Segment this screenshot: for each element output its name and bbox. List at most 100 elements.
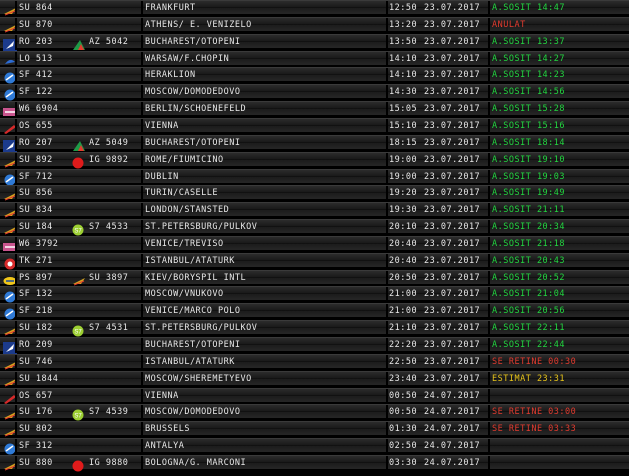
destination: MOSCOW/DOMODEDOVO (145, 87, 241, 98)
flight-row: SU 864 FRANKFURT 12:50 23.07.2017 A.SOSIT 14… (0, 0, 629, 16)
scheduled-time: 13:50 (389, 36, 418, 47)
status-text: A.SOSIT 22:44 (492, 340, 566, 350)
codeshare-red-dot-icon (72, 457, 84, 472)
column-divider (141, 85, 143, 101)
status-text: A.SOSIT 14:56 (492, 87, 566, 98)
flight-row: SU 880 IG 9880 BOLOGNA/G. MARCONI 03:30 24.0… (0, 454, 629, 472)
flight-code: SU 182 (19, 323, 53, 334)
destination: MOSCOW/DOMODEDOVO (145, 407, 241, 418)
scheduled-time: 19:30 (389, 205, 418, 216)
flight-code: SU 892 (19, 154, 53, 165)
column-divider (488, 236, 490, 252)
column-divider (386, 371, 388, 387)
column-divider (141, 405, 143, 421)
scheduled-time: 21:10 (389, 323, 418, 334)
column-divider (15, 354, 17, 370)
flight-code: W6 3792 (19, 238, 59, 249)
column-divider (386, 405, 388, 421)
column-divider (15, 34, 17, 50)
destination: BRUSSELS (145, 424, 190, 435)
flight-row: W6 3792 VENICE/TREVISO 20:40 23.07.2017 A.SO… (0, 235, 629, 252)
codeshare-aeroflot-icon (72, 272, 85, 286)
column-divider (386, 304, 388, 320)
column-divider (386, 203, 388, 219)
scheduled-date: 24.07.2017 (424, 457, 481, 468)
status-text: A.SOSIT 19:10 (492, 154, 566, 165)
scheduled-date: 23.07.2017 (424, 238, 481, 249)
flight-row: SU 834 LONDON/STANSTED 19:30 23.07.2017 A.SO… (0, 202, 629, 219)
column-divider (488, 51, 490, 67)
destination: KIEV/BORYSPIL INTL (145, 272, 247, 283)
scheduled-time: 19:00 (389, 154, 418, 165)
column-divider (15, 253, 17, 269)
flight-code: SU 1844 (19, 373, 59, 384)
codeshare-code: IG 9880 (89, 457, 129, 468)
codeshare-code (89, 203, 141, 217)
column-divider (15, 439, 17, 455)
flight-row: SF 122 MOSCOW/DOMODEDOVO 14:30 23.07.2017 A.… (0, 84, 629, 101)
codeshare-code (89, 439, 141, 453)
destination: BUCHAREST/OTOPENI (145, 340, 241, 350)
status-text (492, 439, 627, 453)
scheduled-date: 23.07.2017 (424, 104, 481, 115)
flight-code: SF 132 (19, 289, 53, 300)
column-divider (386, 236, 388, 252)
destination: ST.PETERSBURG/PULKOV (145, 222, 258, 233)
column-divider (386, 287, 388, 303)
scheduled-time: 20:40 (389, 238, 418, 249)
destination: BUCHAREST/OTOPENI (145, 137, 241, 148)
flight-code: SU 870 (19, 19, 53, 30)
scheduled-time: 23:40 (389, 373, 418, 384)
column-divider (15, 405, 17, 421)
column-divider (386, 169, 388, 185)
scheduled-date: 23.07.2017 (424, 3, 481, 13)
scheduled-date: 23.07.2017 (424, 171, 481, 182)
flight-row: SU 856 TURIN/CASELLE 19:20 23.07.2017 A.SOSI… (0, 185, 629, 202)
column-divider (141, 338, 143, 353)
scheduled-time: 01:30 (389, 424, 418, 435)
flight-row: SF 132 MOSCOW/VNUKOVO 21:00 23.07.2017 A.SOS… (0, 286, 629, 303)
scheduled-time: 00:50 (389, 390, 418, 401)
column-divider (141, 17, 143, 33)
flight-code: OS 657 (19, 390, 53, 401)
scheduled-date: 23.07.2017 (424, 255, 481, 266)
flight-code: SU 856 (19, 188, 53, 199)
column-divider (386, 422, 388, 438)
scheduled-date: 23.07.2017 (424, 53, 481, 64)
status-text: A.SOSIT 15:28 (492, 104, 566, 115)
column-divider (141, 118, 143, 134)
column-divider (141, 287, 143, 303)
column-divider (386, 321, 388, 337)
codeshare-code (89, 102, 141, 116)
scheduled-date: 24.07.2017 (424, 424, 481, 435)
flight-code: SU 746 (19, 356, 53, 367)
column-divider (386, 51, 388, 67)
column-divider (141, 51, 143, 67)
codeshare-code (89, 422, 141, 436)
column-divider (15, 85, 17, 101)
flight-row: SU 892 IG 9892 ROME/FIUMICINO 19:00 23.07.20… (0, 151, 629, 169)
destination: ISTANBUL/ATATURK (145, 255, 235, 266)
codeshare-code (89, 52, 141, 66)
column-divider (488, 439, 490, 455)
flight-row: RO 209 BUCHAREST/OTOPENI 22:20 23.07.2017 A.… (0, 337, 629, 354)
scheduled-time: 12:50 (389, 3, 418, 13)
column-divider (141, 388, 143, 404)
column-divider (141, 236, 143, 252)
column-divider (386, 68, 388, 84)
flight-code: TK 271 (19, 255, 53, 266)
column-divider (488, 169, 490, 185)
column-divider (15, 388, 17, 404)
column-divider (488, 203, 490, 219)
column-divider (141, 439, 143, 455)
status-text: A.SOSIT 20:43 (492, 255, 566, 266)
column-divider (15, 321, 17, 337)
scheduled-time: 03:30 (389, 457, 418, 468)
column-divider (488, 354, 490, 370)
column-divider (386, 118, 388, 134)
flight-code: SF 218 (19, 306, 53, 317)
codeshare-red-dot-icon (72, 154, 84, 169)
column-divider (141, 455, 143, 471)
codeshare-code: S7 4531 (89, 323, 129, 334)
column-divider (488, 287, 490, 303)
